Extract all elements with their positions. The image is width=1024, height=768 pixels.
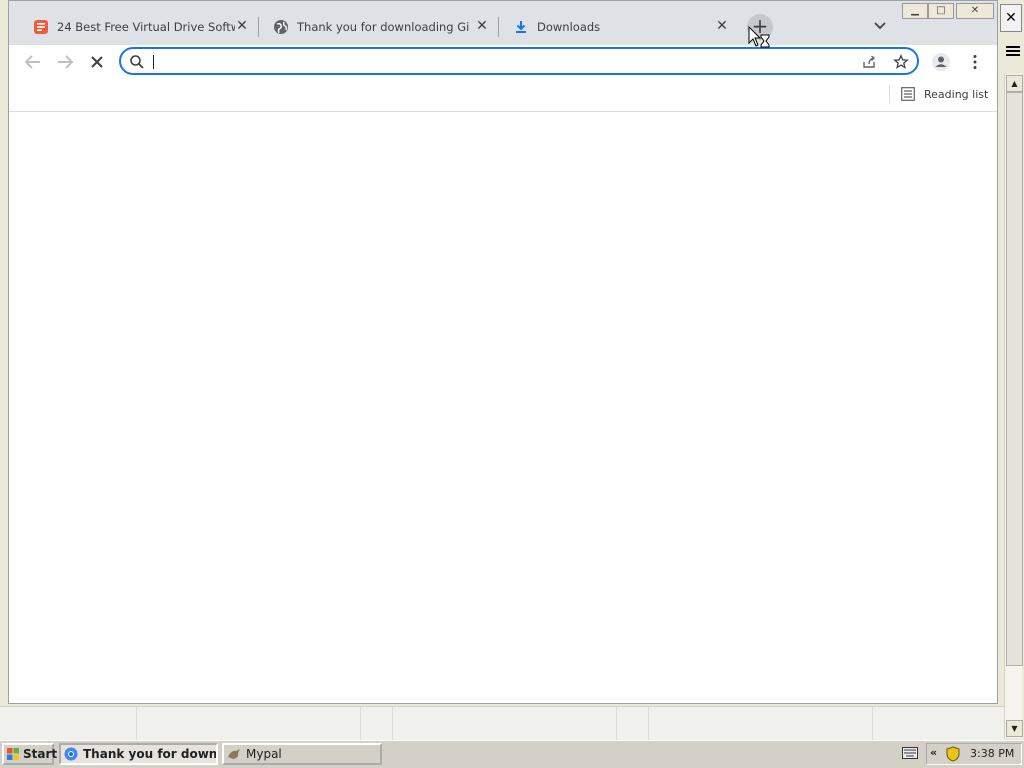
forward-arrow-icon[interactable] — [53, 50, 77, 74]
globe-icon — [274, 20, 288, 34]
tab-close-icon[interactable]: ✕ — [713, 17, 731, 35]
tab-search-chevron-icon[interactable] — [871, 17, 889, 35]
new-tab-button[interactable]: + — [747, 14, 773, 40]
background-status-area — [0, 706, 1004, 741]
security-shield-icon[interactable] — [946, 746, 960, 762]
tab-downloads[interactable]: Downloads ✕ — [499, 9, 737, 45]
tab-strip: 24 Best Free Virtual Drive Software ✕ Th… — [9, 1, 997, 45]
list-favicon-icon — [34, 20, 48, 34]
browser-window: 24 Best Free Virtual Drive Software ✕ Th… — [8, 0, 998, 704]
background-close-button[interactable]: ✕ — [1000, 4, 1022, 32]
clock: 3:38 PM — [970, 747, 1015, 760]
taskbar-item-label: Thank you for downlo... — [83, 747, 218, 761]
scrollbar-thumb[interactable] — [1006, 92, 1023, 666]
profile-avatar-icon[interactable] — [931, 52, 951, 72]
mypal-icon — [228, 749, 240, 759]
scroll-down-arrow-icon[interactable]: ▼ — [1006, 720, 1023, 737]
bookmark-star-icon[interactable] — [893, 54, 909, 70]
minimize-button[interactable]: ▁ — [902, 3, 928, 19]
keyboard-icon[interactable] — [902, 747, 918, 759]
maximize-button[interactable]: □ — [928, 3, 954, 19]
text-caret — [153, 55, 154, 69]
tab-close-icon[interactable]: ✕ — [233, 17, 251, 35]
system-tray: « 3:38 PM — [926, 743, 1022, 765]
taskbar-item-label: Mypal — [246, 747, 282, 761]
tab-virtual-drive[interactable]: 24 Best Free Virtual Drive Software ✕ — [19, 9, 257, 45]
tab-title: Downloads — [537, 20, 601, 34]
chrome-logo-icon — [64, 747, 78, 761]
taskbar-item-chrome[interactable]: Thank you for downlo... — [59, 743, 218, 765]
taskbar-item-mypal[interactable]: Mypal — [222, 743, 382, 765]
scroll-up-arrow-icon[interactable]: ▲ — [1006, 75, 1023, 92]
reading-list-icon — [901, 87, 915, 101]
tab-gizmo-download[interactable]: Thank you for downloading Gizmo D ✕ — [259, 9, 497, 45]
page-content[interactable] — [9, 112, 997, 703]
search-icon — [130, 55, 144, 69]
tab-close-icon[interactable]: ✕ — [473, 17, 491, 35]
background-menu-icon[interactable] — [1006, 44, 1020, 58]
back-arrow-icon[interactable] — [21, 50, 45, 74]
start-button[interactable]: Start — [2, 743, 58, 765]
address-bar[interactable] — [119, 47, 919, 75]
toolbar — [9, 45, 997, 79]
tab-title: 24 Best Free Virtual Drive Software — [57, 20, 235, 34]
start-label: Start — [23, 747, 58, 761]
reading-list-label: Reading list — [924, 88, 989, 101]
close-window-button[interactable]: ✕ — [956, 3, 994, 19]
tray-expand-icon[interactable]: « — [930, 746, 937, 759]
share-icon[interactable] — [861, 54, 877, 70]
tab-title: Thank you for downloading Gizmo D — [297, 20, 469, 34]
stop-loading-icon[interactable] — [85, 50, 109, 74]
download-icon — [516, 21, 526, 33]
background-scrollbar[interactable]: ▲ ▼ — [1004, 74, 1023, 738]
windows-logo-icon — [7, 748, 19, 760]
taskbar: Start Thank you for downlo... Mypal « 3:… — [0, 740, 1024, 768]
more-menu-icon[interactable] — [965, 52, 985, 72]
bookmarks-bar: Reading list — [9, 79, 997, 112]
address-input[interactable] — [151, 52, 841, 70]
